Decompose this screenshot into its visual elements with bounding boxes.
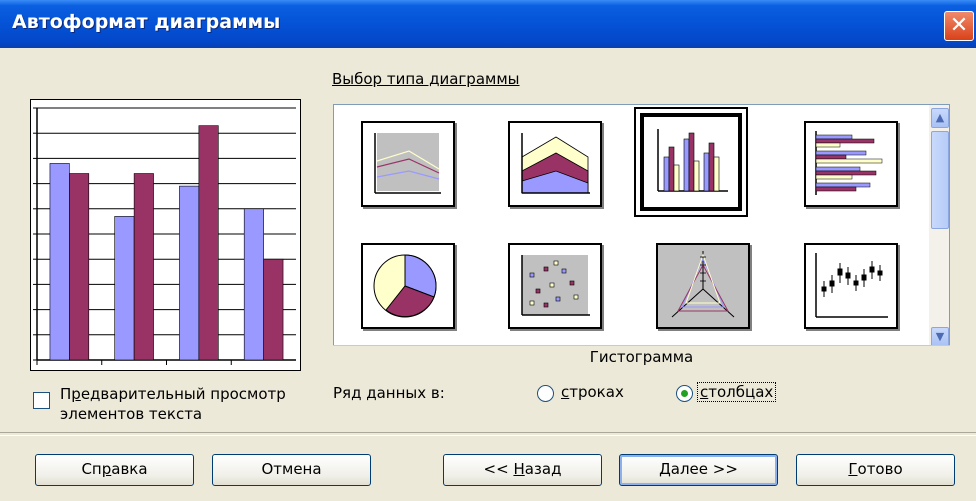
columns-radio-rest: толбцах [708, 383, 774, 401]
rows-radio-rest: троках [569, 383, 624, 401]
preview-bar-s2-c1 [69, 173, 90, 361]
series-in-label: Ряд данных в: [333, 384, 445, 402]
columns-radio-dot [681, 390, 688, 397]
rows-radio-accel: с [561, 383, 570, 401]
preview-bar-s1-c4 [243, 208, 264, 361]
back-button-pre: << [483, 460, 514, 478]
scroll-thumb[interactable] [931, 131, 949, 229]
next-button-accel: Д [659, 460, 671, 478]
chart-type-scatter[interactable] [508, 243, 602, 329]
help-button-post: авка [111, 460, 148, 478]
rows-radio-label[interactable]: строках [561, 383, 624, 401]
selected-chart-type-name: Гистограмма [333, 345, 950, 370]
chart-preview [30, 99, 301, 371]
scroll-down-button[interactable]: ▼ [931, 327, 949, 347]
chart-type-label-text: Выбор типа диаграммы [332, 70, 520, 88]
preview-text-label-pre: П [60, 385, 72, 403]
help-button-pre: Сп [81, 460, 102, 478]
close-button[interactable]: ✕ [944, 11, 974, 41]
columns-radio-accel: с [700, 383, 709, 401]
preview-text-checkbox[interactable] [33, 392, 50, 409]
cancel-button[interactable]: Отмена [212, 454, 371, 486]
title-bar[interactable]: Автоформат диаграммы ✕ [0, 0, 976, 48]
chart-type-area[interactable] [508, 121, 602, 207]
chart-type-gallery [333, 104, 929, 369]
button-divider [0, 432, 976, 436]
chart-type-line[interactable] [361, 121, 455, 207]
chart-type-bar[interactable] [804, 121, 898, 207]
preview-text-label[interactable]: Предварительный просмотр элементов текст… [60, 384, 286, 424]
back-button-post: азад [524, 460, 562, 478]
preview-bar-s2-c4 [263, 258, 284, 361]
back-button[interactable]: << Назад [443, 454, 602, 486]
preview-text-label-accel: р [71, 385, 81, 403]
pie-chart-icon [373, 254, 437, 318]
chart-type-pie[interactable] [361, 243, 455, 329]
back-button-accel: Н [513, 460, 525, 478]
column-chart-icon [657, 129, 728, 192]
line-chart-icon [374, 133, 441, 194]
preview-text-label-line2: элементов текста [60, 405, 203, 423]
stock-chart-icon [815, 253, 888, 318]
preview-bar-s1-c1 [49, 163, 70, 361]
finish-button-post: отово [857, 460, 903, 478]
scroll-up-button[interactable]: ▲ [931, 108, 949, 128]
preview-bar-s1-c2 [114, 216, 135, 361]
finish-button[interactable]: Готово [796, 454, 955, 486]
preview-chart-svg [33, 107, 296, 365]
preview-bar-s2-c3 [198, 125, 219, 361]
finish-button-accel: Г [848, 460, 858, 478]
rows-radio[interactable] [537, 385, 554, 402]
area-chart-icon [521, 133, 590, 194]
next-button[interactable]: Далее >> [619, 454, 778, 486]
scatter-chart-icon [521, 255, 590, 316]
help-button-accel: р [101, 460, 112, 478]
gallery-scrollbar[interactable]: ▲ ▼ [929, 104, 950, 349]
columns-radio-label[interactable]: столбцах [696, 382, 777, 402]
preview-bar-s1-c3 [179, 185, 200, 361]
chart-type-radar[interactable] [656, 243, 750, 329]
chart-type-stock[interactable] [804, 243, 898, 329]
preview-text-label-post: едварительный просмотр [80, 385, 286, 403]
columns-radio[interactable] [676, 385, 693, 402]
chart-type-label: Выбор типа диаграммы [332, 70, 520, 88]
help-button[interactable]: Справка [35, 454, 194, 486]
window-title: Автоформат диаграммы [12, 11, 281, 33]
chart-type-column[interactable] [634, 107, 748, 217]
preview-bar-s2-c2 [133, 173, 154, 361]
next-button-post: алее >> [670, 460, 738, 478]
radar-chart-icon [671, 251, 735, 318]
autoformat-dialog: Автоформат диаграммы ✕ Выбор типа диагра… [0, 0, 976, 501]
bar-chart-icon [815, 131, 883, 195]
